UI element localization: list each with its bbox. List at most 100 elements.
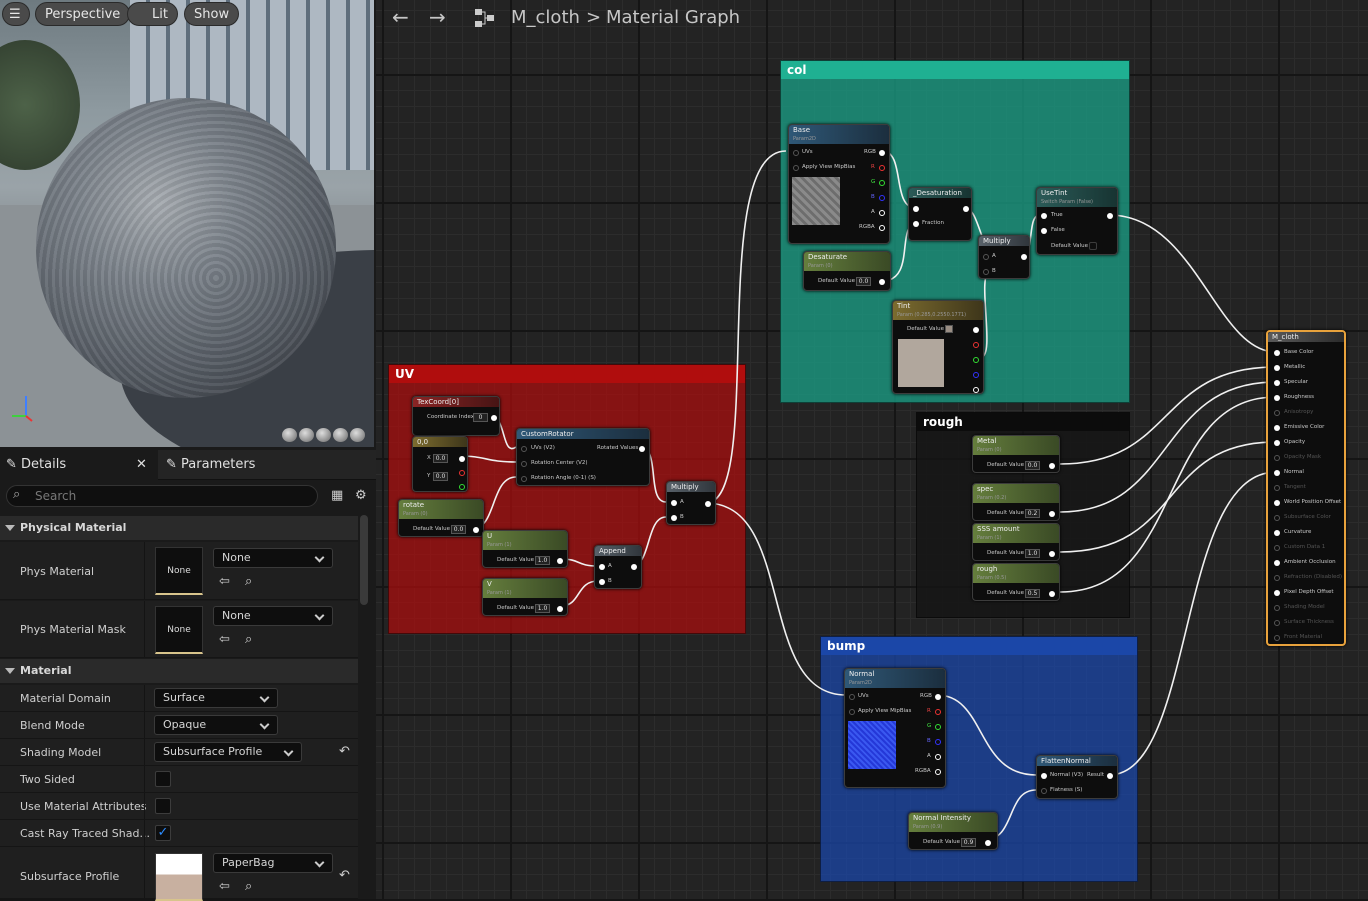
output-pin[interactable] [1274,380,1280,386]
use-selected-icon[interactable]: ⇦ [219,575,233,589]
output-pin[interactable] [1274,605,1280,611]
sphere-icon[interactable] [299,428,314,442]
color-swatch[interactable] [945,325,953,333]
default-value-field[interactable]: 0.9 [961,838,976,847]
forward-arrow-icon[interactable]: → [429,5,446,29]
subsurface-profile-dropdown[interactable]: PaperBag [213,853,333,873]
tab-details[interactable]: ✎ Details ✕ [0,450,158,480]
output-pin[interactable] [1274,470,1280,476]
blend-mode-dropdown[interactable]: Opaque [154,715,278,735]
output-pin[interactable] [1274,410,1280,416]
lit-button[interactable]: Lit [127,2,178,26]
default-value-field[interactable]: 0.0 [451,525,466,534]
function-node-flatten-normal[interactable]: FlattenNormal Normal (V3) Flatness (S) R… [1036,755,1118,799]
x-value-field[interactable]: 0.0 [433,454,448,463]
plane-icon[interactable] [316,428,331,442]
back-arrow-icon[interactable]: ← [392,5,409,29]
output-pin[interactable] [1274,440,1280,446]
graph-hierarchy-icon[interactable] [474,8,496,28]
output-pin[interactable] [1274,590,1280,596]
two-sided-checkbox[interactable] [155,771,171,787]
close-icon[interactable]: ✕ [136,450,147,480]
output-pin[interactable] [1274,485,1280,491]
output-pin[interactable] [1274,425,1280,431]
phys-material-mask-thumbnail[interactable]: None [155,606,203,654]
output-pin[interactable] [1274,395,1280,401]
math-node-multiply[interactable]: Multiply A B [978,235,1030,279]
coordinate-index-field[interactable]: 0 [473,413,488,422]
phys-material-thumbnail[interactable]: None [155,547,203,595]
details-scrollbar[interactable] [360,515,368,605]
default-value-field[interactable]: 0.2 [1025,509,1040,518]
output-pin[interactable] [1274,350,1280,356]
material-preview-viewport[interactable]: ☰ Perspective Lit Show [0,0,374,447]
scalar-param-u[interactable]: U Param (1) Default Value 1.0 [482,530,568,568]
math-node-multiply[interactable]: Multiply A B [666,481,716,525]
perspective-button[interactable]: Perspective [35,2,131,26]
append-node[interactable]: Append A B [594,545,642,589]
search-input[interactable]: ⌕ Search [6,485,318,507]
default-value-field[interactable]: 0.0 [856,277,871,286]
use-material-attributes-checkbox[interactable] [155,798,171,814]
phys-material-mask-dropdown[interactable]: None [213,606,333,626]
constant2-node[interactable]: 0,0 X 0.0 Y 0.0 [412,436,468,492]
default-value-field[interactable]: 0.5 [1025,589,1040,598]
function-node-custom-rotator[interactable]: CustomRotator UVs (V2) Rotation Center (… [516,428,650,486]
scalar-param-rough[interactable]: rough Param (0.5) Default Value 0.5 [972,563,1060,601]
section-physical-material[interactable]: Physical Material [0,516,358,540]
browse-icon[interactable]: ⌕ [245,633,259,647]
breadcrumb-asset[interactable]: M_cloth [511,7,580,28]
output-pin[interactable] [1274,365,1280,371]
viewport-menu-button[interactable]: ☰ [2,2,30,26]
cast-ray-traced-checkbox[interactable]: ✓ [155,825,171,841]
reset-icon[interactable]: ↶ [339,745,353,759]
show-button[interactable]: Show [184,2,240,26]
breadcrumb-page[interactable]: Material Graph [606,7,740,28]
material-domain-dropdown[interactable]: Surface [154,688,278,708]
output-pin[interactable] [1274,530,1280,536]
material-graph-canvas[interactable]: ← → M_cloth > Material Graph col UV roug… [376,0,1368,899]
scalar-param-v[interactable]: V Param (1) Default Value 1.0 [482,578,568,616]
scalar-param-metal[interactable]: Metal Param (0) Default Value 0.0 [972,435,1060,473]
gear-icon[interactable]: ⚙ [355,489,369,503]
output-pin[interactable] [1274,500,1280,506]
output-pin[interactable] [1274,515,1280,521]
subsurface-profile-thumbnail[interactable] [155,853,203,901]
table-view-icon[interactable]: ▦ [331,489,345,503]
use-selected-icon[interactable]: ⇦ [219,633,233,647]
texcoord-node[interactable]: TexCoord[0] Coordinate Index 0 [412,396,500,436]
section-material[interactable]: Material [0,659,358,683]
cylinder-icon[interactable] [282,428,297,442]
browse-icon[interactable]: ⌕ [245,880,259,894]
scalar-param-rotate[interactable]: rotate Param (0) Default Value 0.0 [398,499,484,537]
default-value-field[interactable]: 1.0 [1025,549,1040,558]
scalar-param-spec[interactable]: spec Param (0.2) Default Value 0.2 [972,483,1060,521]
texture-node-base[interactable]: Base Param2D UVs Apply View MipBias RGB … [788,124,890,244]
phys-material-dropdown[interactable]: None [213,548,333,568]
output-pin[interactable] [1274,545,1280,551]
default-value-field[interactable]: 1.0 [535,604,550,613]
cube-icon[interactable] [333,428,348,442]
switch-param-usetint[interactable]: UseTint Switch Param (False) True False … [1036,187,1118,255]
shading-model-dropdown[interactable]: Subsurface Profile [154,742,302,762]
default-value-field[interactable]: 0.0 [1025,461,1040,470]
material-output-node[interactable]: M_cloth Base Color Metallic Specular Roughn… [1266,330,1346,646]
tab-parameters[interactable]: ✎ Parameters [166,450,255,480]
scalar-param-normal-intensity[interactable]: Normal Intensity Param (0.9) Default Val… [908,812,998,850]
reset-icon[interactable]: ↶ [339,869,353,883]
function-node-desaturation[interactable]: _Desaturation Fraction [908,187,972,241]
preview-shape-selector[interactable] [282,428,365,442]
use-selected-icon[interactable]: ⇦ [219,880,233,894]
vector-param-tint[interactable]: Tint Param (0.285,0.2550.1771) Default V… [892,300,984,394]
scalar-param-sss-amount[interactable]: SSS amount Param (1) Default Value 1.0 [972,523,1060,561]
output-pin[interactable] [1274,455,1280,461]
y-value-field[interactable]: 0.0 [433,472,448,481]
texture-node-normal[interactable]: Normal Param2D UVs Apply View MipBias RG… [844,668,946,788]
scalar-param-desaturate[interactable]: Desaturate Param (0) Default Value 0.0 [803,251,891,291]
default-value-field[interactable]: 1.0 [535,556,550,565]
teapot-icon[interactable] [350,428,365,442]
output-pin[interactable] [1274,635,1280,641]
output-pin[interactable] [1274,560,1280,566]
output-pin[interactable] [1274,620,1280,626]
default-value-checkbox[interactable] [1089,242,1097,250]
